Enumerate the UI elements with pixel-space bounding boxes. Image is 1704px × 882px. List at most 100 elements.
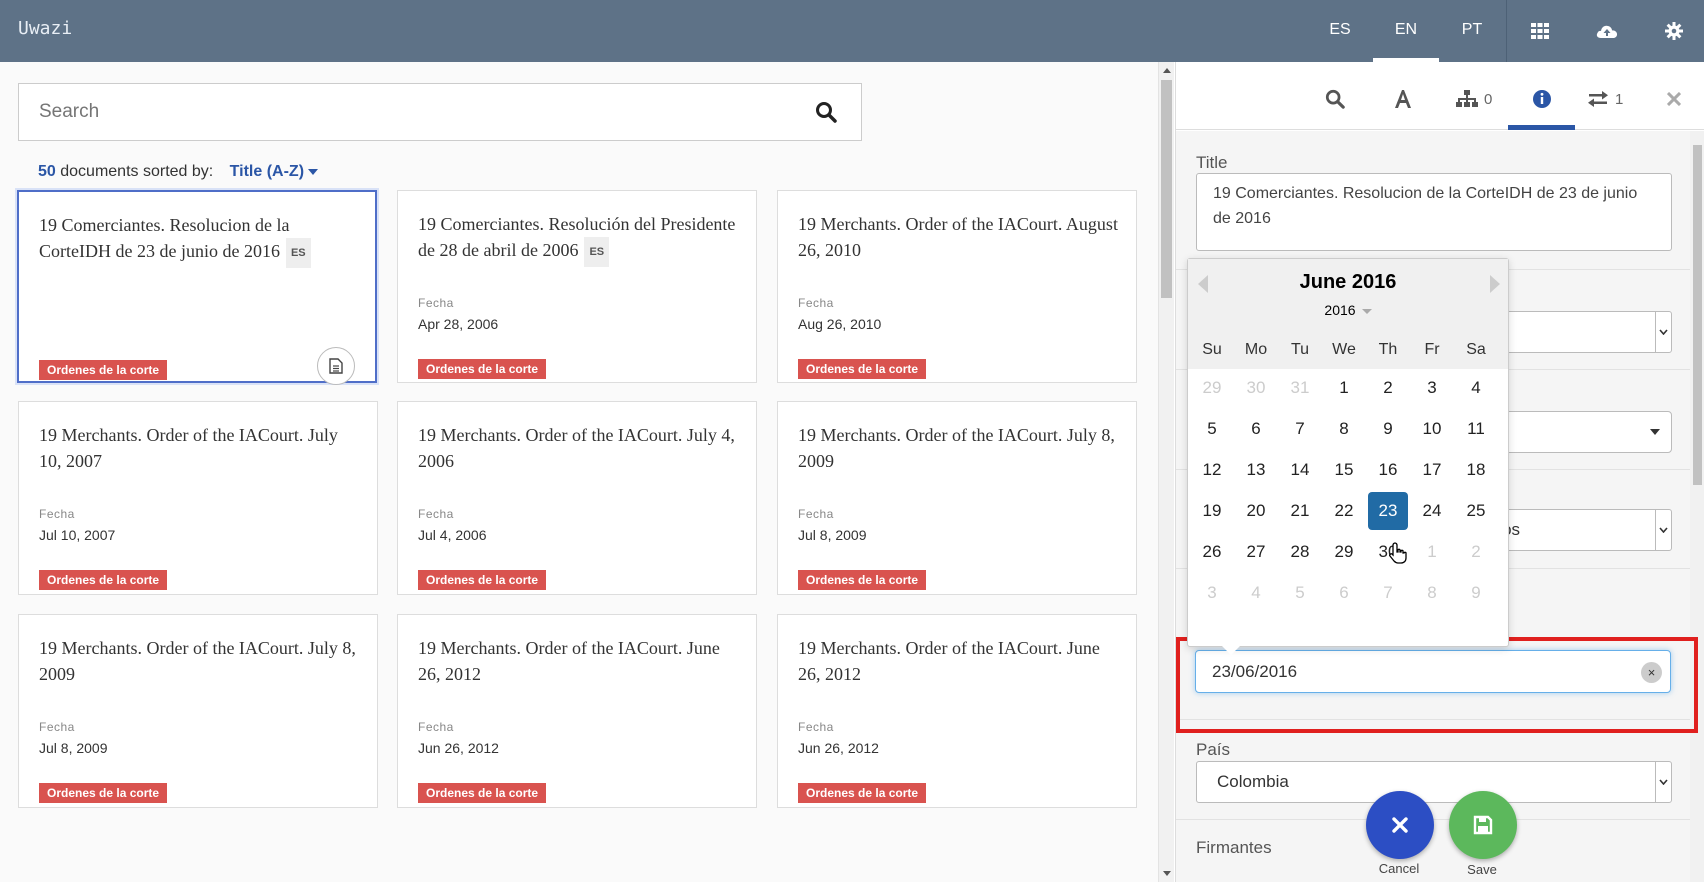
lang-pt[interactable]: PT — [1439, 0, 1505, 62]
tab-connections[interactable]: 0 — [1456, 84, 1492, 114]
document-count: 50 — [38, 163, 56, 180]
datepicker-day[interactable]: 6 — [1324, 574, 1364, 612]
datepicker-day[interactable]: 31 — [1280, 369, 1320, 407]
library-scrollbar[interactable] — [1158, 62, 1174, 882]
datepicker-day[interactable]: 25 — [1456, 492, 1496, 530]
grid-icon[interactable] — [1527, 18, 1553, 44]
datepicker-day[interactable]: 3 — [1412, 369, 1452, 407]
datepicker-day[interactable]: 9 — [1456, 574, 1496, 612]
datepicker-day[interactable]: 18 — [1456, 451, 1496, 489]
year-dropdown[interactable]: 2016 — [1188, 302, 1508, 318]
datepicker-day[interactable]: 6 — [1236, 410, 1276, 448]
datepicker-month-title: June 2016 — [1299, 271, 1397, 293]
metadata-value: Jul 8, 2009 — [798, 527, 867, 543]
document-card[interactable]: 19 Merchants. Order of the IACourt. July… — [18, 614, 378, 808]
datepicker-day[interactable]: 10 — [1412, 410, 1452, 448]
document-card[interactable]: 19 Merchants. Order of the IACourt. June… — [397, 614, 757, 808]
metadata-value: Jul 4, 2006 — [418, 527, 487, 543]
title-label: Title — [1196, 153, 1228, 172]
datepicker-day[interactable]: 11 — [1456, 410, 1496, 448]
document-card[interactable]: 19 Comerciantes. Resolución del Presiden… — [397, 190, 757, 383]
document-card[interactable]: 19 Merchants. Order of the IACourt. Augu… — [777, 190, 1137, 383]
cancel-button[interactable] — [1366, 791, 1434, 859]
firmantes-label: Firmantes — [1196, 838, 1272, 857]
sitemap-icon — [1456, 90, 1478, 107]
datepicker-day[interactable]: 24 — [1412, 492, 1452, 530]
document-card[interactable]: 19 Comerciantes. Resolucion de la CorteI… — [17, 190, 377, 385]
document-card[interactable]: 19 Merchants. Order of the IACourt. June… — [777, 614, 1137, 808]
datepicker-day[interactable]: 4 — [1236, 574, 1276, 612]
datepicker-day[interactable]: 22 — [1324, 492, 1364, 530]
lang-en[interactable]: EN — [1373, 0, 1439, 62]
scroll-down-arrow-icon[interactable] — [1163, 871, 1171, 876]
template-tag: Ordenes de la corte — [418, 359, 547, 379]
datepicker-day[interactable]: 3 — [1192, 574, 1232, 612]
datepicker-day[interactable]: 17 — [1412, 451, 1452, 489]
datepicker-day[interactable]: 8 — [1324, 410, 1364, 448]
datepicker-day[interactable]: 16 — [1368, 451, 1408, 489]
document-title: 19 Comerciantes. Resolucion de la CorteI… — [39, 212, 359, 268]
gear-icon[interactable] — [1661, 18, 1687, 44]
caret-down-icon — [1361, 308, 1372, 314]
datepicker-day[interactable]: 20 — [1236, 492, 1276, 530]
weekday-header: We — [1332, 341, 1356, 358]
year-dropdown-label: 2016 — [1324, 302, 1356, 318]
metadata-value: Jul 10, 2007 — [39, 527, 116, 543]
close-panel-button[interactable] — [1667, 84, 1681, 114]
datepicker-day[interactable]: 5 — [1192, 410, 1232, 448]
datepicker-day[interactable]: 14 — [1280, 451, 1320, 489]
next-month-icon[interactable] — [1490, 275, 1500, 293]
view-document-button[interactable] — [317, 347, 355, 385]
save-button[interactable] — [1449, 791, 1517, 859]
tab-text[interactable] — [1393, 84, 1413, 114]
datepicker-day[interactable]: 21 — [1280, 492, 1320, 530]
datepicker-day[interactable]: 27 — [1236, 533, 1276, 571]
datepicker-day[interactable]: 4 — [1456, 369, 1496, 407]
top-navbar: Uwazi ES EN PT — [0, 0, 1704, 62]
document-card[interactable]: 19 Merchants. Order of the IACourt. July… — [18, 401, 378, 595]
title-textarea[interactable]: 19 Comerciantes. Resolucion de la CorteI… — [1196, 173, 1672, 251]
datepicker-day[interactable]: 9 — [1368, 410, 1408, 448]
app-logo[interactable]: Uwazi — [18, 18, 72, 39]
scrollbar-thumb[interactable] — [1161, 80, 1172, 298]
search-input[interactable] — [39, 101, 739, 123]
datepicker-day[interactable]: 1 — [1412, 533, 1452, 571]
datepicker-day[interactable]: 7 — [1280, 410, 1320, 448]
template-tag: Ordenes de la corte — [39, 570, 168, 590]
scrollbar-thumb[interactable] — [1693, 145, 1702, 485]
scroll-up-arrow-icon[interactable] — [1163, 68, 1171, 73]
datepicker-day[interactable]: 15 — [1324, 451, 1364, 489]
tab-search[interactable] — [1325, 84, 1345, 114]
datepicker-day-selected[interactable]: 23 — [1368, 492, 1408, 530]
datepicker-day[interactable]: 5 — [1280, 574, 1320, 612]
datepicker-day[interactable]: 13 — [1236, 451, 1276, 489]
metadata-value: Aug 26, 2010 — [798, 316, 882, 332]
datepicker-day[interactable]: 26 — [1192, 533, 1232, 571]
datepicker-day[interactable]: 29 — [1192, 369, 1232, 407]
datepicker-day[interactable]: 19 — [1192, 492, 1232, 530]
close-icon — [1667, 92, 1681, 106]
datepicker-day[interactable]: 12 — [1192, 451, 1232, 489]
datepicker-day[interactable]: 2 — [1456, 533, 1496, 571]
tab-references[interactable]: 1 — [1587, 84, 1623, 114]
datepicker-day[interactable]: 30 — [1236, 369, 1276, 407]
datepicker-day[interactable]: 7 — [1368, 574, 1408, 612]
datepicker-day[interactable]: 28 — [1280, 533, 1320, 571]
sort-dropdown[interactable]: Title (A-Z) — [230, 163, 319, 180]
datepicker-day[interactable]: 8 — [1412, 574, 1452, 612]
lang-es[interactable]: ES — [1307, 0, 1373, 62]
datepicker-day[interactable]: 2 — [1368, 369, 1408, 407]
panel-scrollbar[interactable] — [1690, 131, 1704, 882]
pais-select[interactable]: Colombia — [1196, 761, 1672, 803]
pais-select-value: Colombia — [1217, 772, 1289, 791]
document-title: 19 Merchants. Order of the IACourt. July… — [39, 638, 356, 684]
document-card[interactable]: 19 Merchants. Order of the IACourt. July… — [777, 401, 1137, 595]
datepicker-day[interactable]: 1 — [1324, 369, 1364, 407]
datepicker-day[interactable]: 29 — [1324, 533, 1364, 571]
metadata-label: Fecha — [418, 507, 454, 521]
cancel-label: Cancel — [1378, 861, 1420, 876]
document-card[interactable]: 19 Merchants. Order of the IACourt. July… — [397, 401, 757, 595]
tab-info[interactable] — [1532, 84, 1552, 114]
search-icon[interactable] — [815, 101, 837, 127]
cloud-upload-icon[interactable] — [1594, 18, 1620, 44]
